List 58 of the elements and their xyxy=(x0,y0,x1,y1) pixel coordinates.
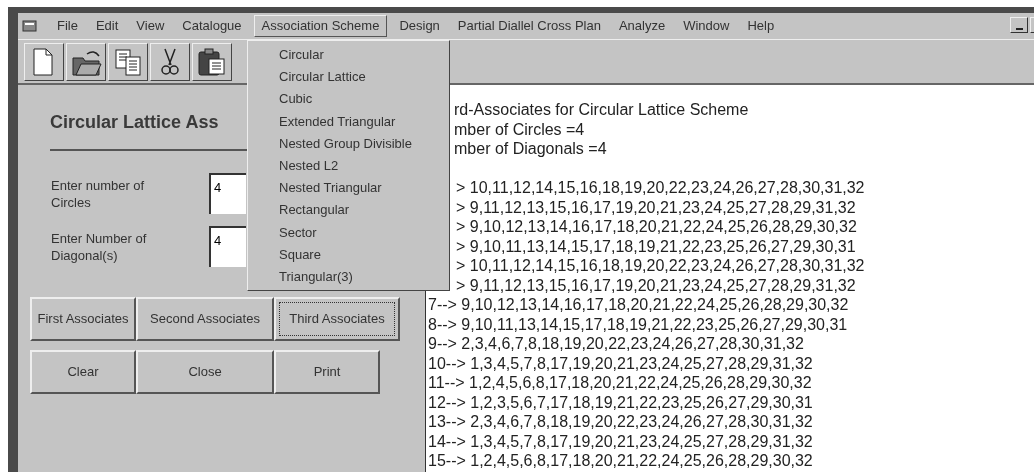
menu-item[interactable]: Analyze xyxy=(609,15,675,37)
associates-button[interactable]: Third Associates xyxy=(274,297,400,341)
output-line: > 10,11,12,14,15,16,18,19,20,22,23,24,26,27,28,30,31,32 xyxy=(455,256,865,276)
output-line: 14--> 1,3,4,5,7,8,17,19,20,21,23,24,25,27,28,29,31,32 xyxy=(428,431,813,451)
toolbar-button[interactable] xyxy=(24,42,64,81)
menu-option[interactable]: Extended Triangular xyxy=(248,110,449,133)
input-field[interactable]: 4 xyxy=(209,173,246,214)
menu-item[interactable]: Edit xyxy=(86,15,128,37)
menu-item[interactable]: Window xyxy=(674,15,739,37)
output-line: 13--> 2,3,4,6,7,8,18,19,20,22,23,24,26,27,28,30,31,32 xyxy=(428,412,813,432)
menu-option[interactable]: Sector xyxy=(248,221,449,244)
output-line: 7--> 9,10,12,13,14,16,17,18,20,21,22,24,25,26,28,29,30,32 xyxy=(428,295,849,315)
menu-item[interactable]: Design xyxy=(390,15,449,37)
menu-item[interactable]: Association Scheme xyxy=(253,15,388,37)
output-line: rd-Associates for Circular Lattice Scheme xyxy=(453,100,750,120)
menu-option[interactable]: Triangular(3) xyxy=(248,265,449,289)
form-title: Circular Lattice Ass xyxy=(50,111,219,134)
input-field[interactable]: 4 xyxy=(209,226,246,267)
toolbar-button[interactable] xyxy=(192,42,232,81)
menu-option[interactable]: Rectangular xyxy=(248,199,449,222)
menu-item[interactable]: Catalogue xyxy=(173,15,251,37)
output-line: 15--> 1,2,4,5,6,8,17,18,20,21,22,24,25,26,28,29,30,32 xyxy=(428,451,813,471)
associates-button[interactable]: Second Associates xyxy=(136,297,274,341)
output-line: 8--> 9,10,11,13,14,15,17,18,19,21,22,23,25,26,27,29,30,31 xyxy=(428,314,848,334)
output-line: 9--> 2,3,4,6,7,8,18,19,20,22,23,24,26,27,28,30,31,32 xyxy=(428,334,804,354)
clipboard-icon xyxy=(196,45,228,78)
output-line: > 10,11,12,14,15,16,18,19,20,22,23,24,26,27,28,30,31,32 xyxy=(455,178,865,198)
menu-item[interactable]: Help xyxy=(738,15,784,37)
output-line: 10--> 1,3,4,5,7,8,17,19,20,21,23,24,25,27,28,29,31,32 xyxy=(428,353,813,373)
output-line: > 9,11,12,13,15,16,17,19,20,21,23,24,25,27,28,29,31,32 xyxy=(455,197,856,217)
associates-button[interactable]: First Associates xyxy=(30,297,136,341)
menu-option[interactable]: Circular Lattice xyxy=(248,66,449,89)
toolbar-button[interactable] xyxy=(108,42,148,81)
toolbar-button[interactable] xyxy=(66,42,106,81)
action-button[interactable]: Clear xyxy=(30,350,136,394)
output-line: 11--> 1,2,4,5,6,8,17,18,20,21,22,24,25,26,28,29,30,32 xyxy=(428,373,812,393)
field-label: Enter number of Circles xyxy=(51,177,146,211)
menu-option[interactable]: Nested Triangular xyxy=(248,177,449,200)
output-line: mber of Circles =4 xyxy=(453,119,586,139)
field-label: Enter Number of Diagonal(s) xyxy=(51,230,148,264)
output-line: > 9,10,12,13,14,16,17,18,20,21,22,24,25,26,28,29,30,32 xyxy=(455,217,857,237)
menu-option[interactable]: Square xyxy=(248,243,449,266)
output-line: > 9,11,12,13,15,16,17,19,20,21,23,24,25,27,28,29,31,32 xyxy=(455,275,856,295)
menu-item[interactable]: View xyxy=(127,15,174,37)
menu-option[interactable]: Circular xyxy=(248,44,449,67)
menu-option[interactable]: Nested Group Divisible xyxy=(248,132,449,155)
minimize-icon xyxy=(1015,28,1023,30)
action-button[interactable]: Close xyxy=(136,350,274,394)
toolbar-button[interactable] xyxy=(150,42,190,81)
output-line: mber of Diagonals =4 xyxy=(453,139,608,159)
menu-option[interactable]: Nested L2 xyxy=(248,154,449,178)
menu-option[interactable]: Cubic xyxy=(248,88,449,111)
minimize-button[interactable] xyxy=(1010,17,1028,33)
output-line: 12--> 1,2,3,5,6,7,17,18,19,21,22,23,25,26,27,29,30,31 xyxy=(428,392,813,412)
action-button[interactable]: Print xyxy=(274,350,380,394)
menu-item[interactable]: Partial Diallel Cross Plan xyxy=(448,15,610,37)
menu-item[interactable]: File xyxy=(48,15,87,37)
output-line: > 9,10,11,13,14,15,17,18,19,21,22,23,25,26,27,29,30,31 xyxy=(455,236,856,256)
